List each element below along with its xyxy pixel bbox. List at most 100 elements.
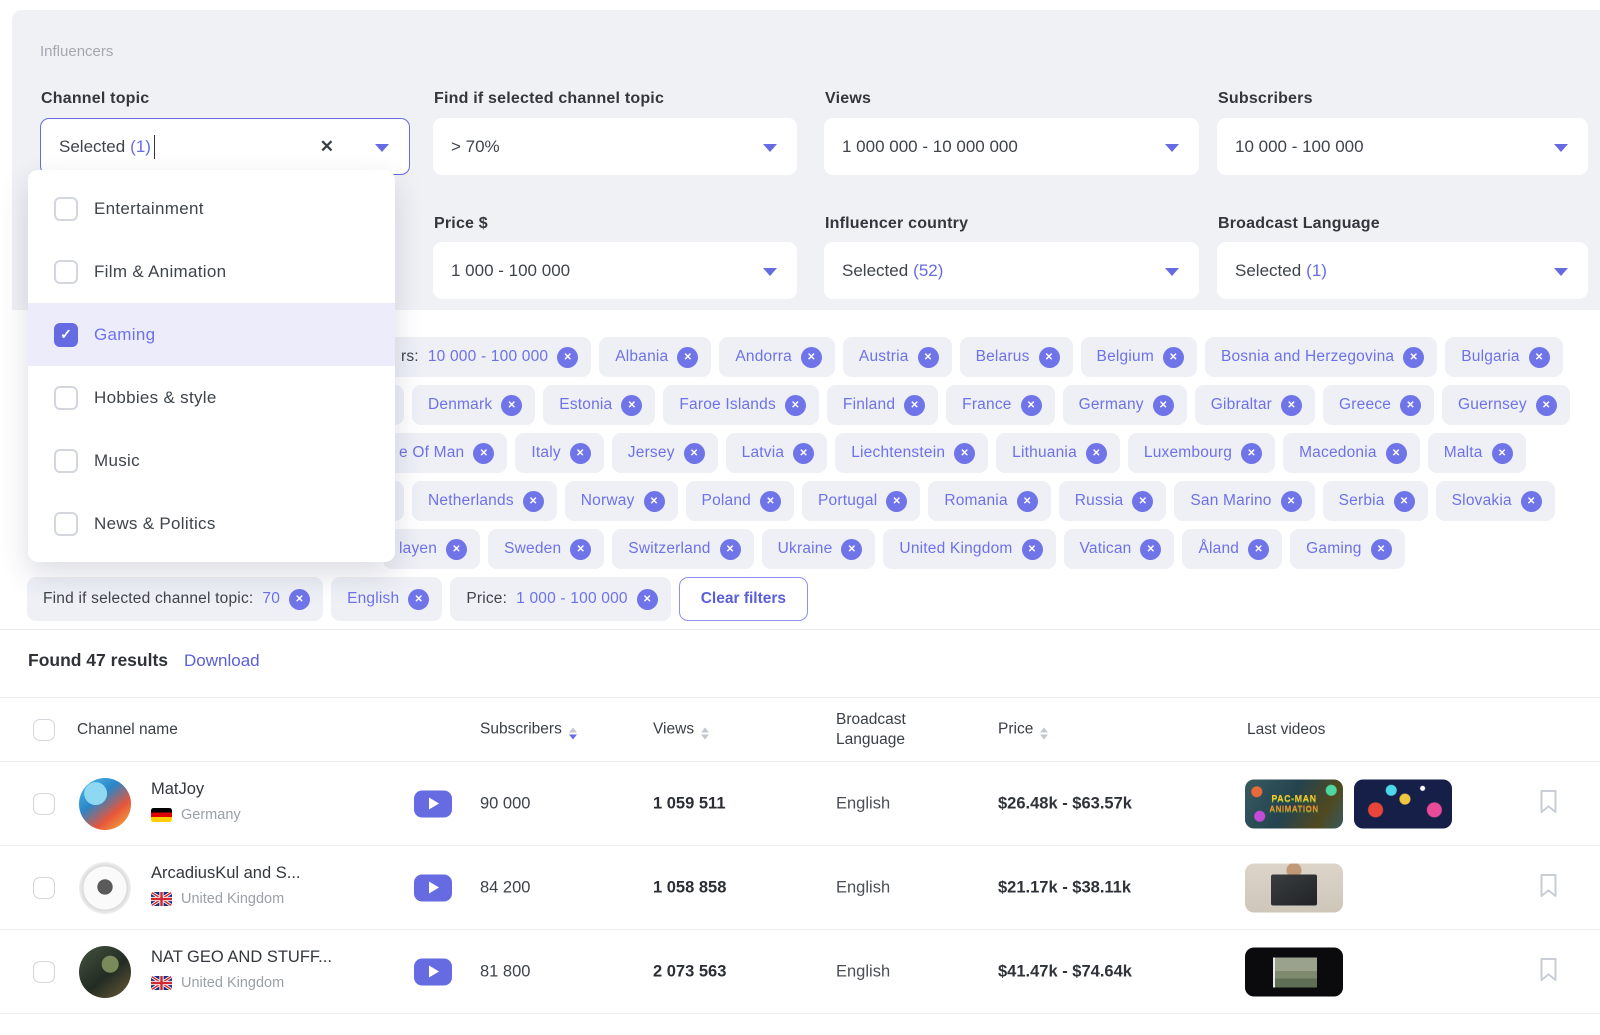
channel-name[interactable]: NAT GEO AND STUFF... bbox=[151, 948, 332, 967]
row-checkbox[interactable] bbox=[33, 877, 55, 899]
remove-chip-icon[interactable]: ✕ bbox=[677, 347, 698, 368]
channel-name[interactable]: MatJoy bbox=[151, 780, 241, 799]
sort-subscribers-icon[interactable] bbox=[569, 727, 577, 739]
remove-chip-icon[interactable]: ✕ bbox=[1371, 539, 1392, 560]
remove-chip-icon[interactable]: ✕ bbox=[523, 491, 544, 512]
youtube-play-button[interactable] bbox=[414, 790, 452, 817]
video-thumbnail[interactable] bbox=[1245, 863, 1343, 912]
youtube-play-button[interactable] bbox=[414, 874, 452, 901]
country-select[interactable]: Selected (52) bbox=[824, 242, 1199, 299]
price-select[interactable]: 1 000 - 100 000 bbox=[433, 242, 797, 299]
remove-chip-icon[interactable]: ✕ bbox=[1086, 443, 1107, 464]
remove-chip-icon[interactable]: ✕ bbox=[1492, 443, 1513, 464]
remove-chip-icon[interactable]: ✕ bbox=[1021, 395, 1042, 416]
views-label: Views bbox=[825, 90, 871, 108]
remove-chip-icon[interactable]: ✕ bbox=[621, 395, 642, 416]
remove-chip-icon[interactable]: ✕ bbox=[473, 443, 494, 464]
checkbox[interactable] bbox=[54, 386, 78, 410]
language-select[interactable]: Selected (1) bbox=[1217, 242, 1588, 299]
remove-chip-icon[interactable]: ✕ bbox=[1394, 491, 1415, 512]
remove-chip-icon[interactable]: ✕ bbox=[289, 589, 310, 610]
dropdown-option[interactable]: News & Politics bbox=[28, 492, 395, 555]
remove-chip-icon[interactable]: ✕ bbox=[570, 539, 591, 560]
remove-chip-icon[interactable]: ✕ bbox=[1163, 347, 1184, 368]
remove-chip-icon[interactable]: ✕ bbox=[904, 395, 925, 416]
remove-chip-icon[interactable]: ✕ bbox=[1140, 539, 1161, 560]
bookmark-icon[interactable] bbox=[1539, 789, 1558, 819]
remove-chip-icon[interactable]: ✕ bbox=[841, 539, 862, 560]
table-row[interactable]: ArcadiusKul and S... United Kingdom 84 2… bbox=[0, 846, 1600, 930]
remove-chip-icon[interactable]: ✕ bbox=[408, 589, 429, 610]
remove-chip-icon[interactable]: ✕ bbox=[1039, 347, 1060, 368]
remove-chip-icon[interactable]: ✕ bbox=[1241, 443, 1262, 464]
remove-chip-icon[interactable]: ✕ bbox=[1281, 491, 1302, 512]
download-link[interactable]: Download bbox=[184, 651, 260, 671]
views-select[interactable]: 1 000 000 - 10 000 000 bbox=[824, 118, 1199, 175]
row-checkbox[interactable] bbox=[33, 961, 55, 983]
dropdown-option[interactable]: Entertainment bbox=[28, 177, 395, 240]
checkbox[interactable] bbox=[54, 449, 78, 473]
remove-chip-icon[interactable]: ✕ bbox=[760, 491, 781, 512]
table-row[interactable]: MatJoy Germany 90 000 1 059 511 English … bbox=[0, 762, 1600, 846]
chevron-down-icon[interactable] bbox=[1165, 268, 1179, 276]
remove-chip-icon[interactable]: ✕ bbox=[570, 443, 591, 464]
clear-selection-icon[interactable]: ✕ bbox=[320, 137, 334, 157]
remove-chip-icon[interactable]: ✕ bbox=[886, 491, 907, 512]
table-row[interactable]: NAT GEO AND STUFF... United Kingdom 81 8… bbox=[0, 930, 1600, 1014]
remove-chip-icon[interactable]: ✕ bbox=[954, 443, 975, 464]
bookmark-icon[interactable] bbox=[1539, 873, 1558, 903]
remove-chip-icon[interactable]: ✕ bbox=[793, 443, 814, 464]
remove-chip-icon[interactable]: ✕ bbox=[1022, 539, 1043, 560]
topic-share-select[interactable]: > 70% bbox=[433, 118, 797, 175]
dropdown-option[interactable]: Film & Animation bbox=[28, 240, 395, 303]
remove-chip-icon[interactable]: ✕ bbox=[1536, 395, 1557, 416]
dropdown-option[interactable]: Hobbies & style bbox=[28, 366, 395, 429]
remove-chip-icon[interactable]: ✕ bbox=[684, 443, 705, 464]
remove-chip-icon[interactable]: ✕ bbox=[785, 395, 806, 416]
remove-chip-icon[interactable]: ✕ bbox=[501, 395, 522, 416]
channel-name[interactable]: ArcadiusKul and S... bbox=[151, 864, 301, 883]
dropdown-option[interactable]: Gaming bbox=[28, 303, 395, 366]
select-all-checkbox[interactable] bbox=[33, 719, 55, 741]
chevron-down-icon[interactable] bbox=[1165, 144, 1179, 152]
remove-chip-icon[interactable]: ✕ bbox=[557, 347, 578, 368]
remove-chip-icon[interactable]: ✕ bbox=[1017, 491, 1038, 512]
remove-chip-icon[interactable]: ✕ bbox=[720, 539, 741, 560]
bookmark-icon[interactable] bbox=[1539, 957, 1558, 987]
remove-chip-icon[interactable]: ✕ bbox=[1281, 395, 1302, 416]
chevron-down-icon[interactable] bbox=[763, 144, 777, 152]
remove-chip-icon[interactable]: ✕ bbox=[1386, 443, 1407, 464]
price-value: $41.47k - $74.64k bbox=[998, 962, 1132, 981]
remove-chip-icon[interactable]: ✕ bbox=[644, 491, 665, 512]
remove-chip-icon[interactable]: ✕ bbox=[1521, 491, 1542, 512]
clear-filters-button[interactable]: Clear filters bbox=[679, 577, 808, 621]
chevron-down-icon[interactable] bbox=[375, 144, 389, 152]
checkbox[interactable] bbox=[54, 260, 78, 284]
remove-chip-icon[interactable]: ✕ bbox=[1400, 395, 1421, 416]
remove-chip-icon[interactable]: ✕ bbox=[637, 589, 658, 610]
youtube-play-button[interactable] bbox=[414, 958, 452, 985]
chevron-down-icon[interactable] bbox=[1554, 144, 1568, 152]
chevron-down-icon[interactable] bbox=[763, 268, 777, 276]
video-thumbnail[interactable] bbox=[1245, 947, 1343, 996]
checkbox[interactable] bbox=[54, 197, 78, 221]
video-thumbnail[interactable]: PAC-MANANIMATION bbox=[1245, 779, 1343, 828]
channel-topic-input[interactable]: Selected (1) ✕ bbox=[40, 118, 410, 175]
sort-price-icon[interactable] bbox=[1040, 727, 1048, 739]
remove-chip-icon[interactable]: ✕ bbox=[918, 347, 939, 368]
remove-chip-icon[interactable]: ✕ bbox=[801, 347, 822, 368]
chevron-down-icon[interactable] bbox=[1554, 268, 1568, 276]
remove-chip-icon[interactable]: ✕ bbox=[1529, 347, 1550, 368]
checkbox-checked[interactable] bbox=[54, 323, 78, 347]
checkbox[interactable] bbox=[54, 512, 78, 536]
sort-views-icon[interactable] bbox=[701, 727, 709, 739]
remove-chip-icon[interactable]: ✕ bbox=[1248, 539, 1269, 560]
remove-chip-icon[interactable]: ✕ bbox=[1132, 491, 1153, 512]
row-checkbox[interactable] bbox=[33, 793, 55, 815]
remove-chip-icon[interactable]: ✕ bbox=[446, 539, 467, 560]
remove-chip-icon[interactable]: ✕ bbox=[1403, 347, 1424, 368]
video-thumbnail[interactable] bbox=[1354, 779, 1452, 828]
remove-chip-icon[interactable]: ✕ bbox=[1153, 395, 1174, 416]
dropdown-option[interactable]: Music bbox=[28, 429, 395, 492]
subscribers-select[interactable]: 10 000 - 100 000 bbox=[1217, 118, 1588, 175]
